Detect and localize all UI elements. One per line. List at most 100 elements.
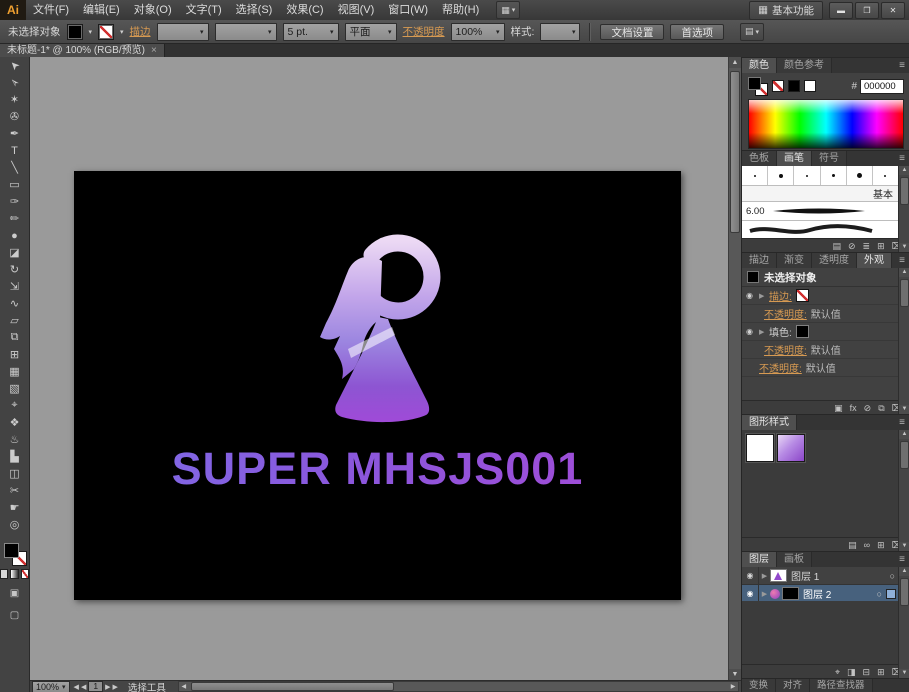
black-swatch[interactable] <box>788 80 800 92</box>
fill-stroke-indicator[interactable] <box>748 77 768 96</box>
shape-builder-tool[interactable]: ⧉ <box>0 329 29 346</box>
appearance-row-stroke-0[interactable]: ◉ ▶ 描边: <box>742 287 899 305</box>
brushes-tab-1[interactable]: 画笔 <box>777 151 812 167</box>
stroke-weight-combo[interactable]: ▾ <box>156 22 209 41</box>
free-transform-tool[interactable]: ▱ <box>0 312 29 329</box>
none-swatch[interactable] <box>772 80 784 92</box>
brushes-panel-menu-icon[interactable]: ≡ <box>894 151 909 167</box>
graphic-styles-menu-icon[interactable]: ≡ <box>894 415 909 431</box>
width-profile-combo[interactable]: ▾ <box>214 22 277 41</box>
stroke-link[interactable]: 描边 <box>130 24 151 39</box>
opacity-label[interactable]: 不透明度: <box>764 306 807 321</box>
appearance-tab[interactable]: 外观 <box>857 253 892 269</box>
brushes-tab-0[interactable]: 色板 <box>742 151 777 167</box>
menu-item-1[interactable]: 编辑(E) <box>76 0 127 20</box>
scroll-up-icon[interactable]: ▲ <box>729 57 741 68</box>
gradient-tool[interactable]: ▧ <box>0 380 29 397</box>
clear-appearance-icon[interactable]: ⊘ <box>864 401 872 415</box>
scroll-right-icon[interactable]: ▶ <box>728 683 738 690</box>
scrollbar-thumb[interactable] <box>900 441 909 469</box>
menu-item-0[interactable]: 文件(F) <box>26 0 76 20</box>
preferences-button[interactable]: 首选项 <box>670 23 724 40</box>
menu-item-6[interactable]: 视图(V) <box>331 0 382 20</box>
document-setup-button[interactable]: 文档设置 <box>600 23 665 40</box>
break-link-icon[interactable]: ∞ <box>864 538 870 552</box>
brush-dot-2[interactable] <box>794 166 821 185</box>
canvas-area[interactable]: SUPER MHSJS001 ▲ ▼ <box>30 57 741 680</box>
scroll-up-icon[interactable]: ▲ <box>899 268 909 277</box>
brush-libraries-icon[interactable]: ▤ <box>832 239 841 253</box>
screen-mode-button[interactable]: ▢ <box>0 607 29 623</box>
perspective-grid-tool[interactable]: ⊞ <box>0 346 29 363</box>
scrollbar-thumb[interactable] <box>190 682 395 691</box>
stroke-group-tab-1[interactable]: 渐变 <box>777 253 812 269</box>
fill-swatch[interactable] <box>3 543 19 558</box>
arrange-documents-button[interactable]: ▦ ▾ <box>496 1 521 19</box>
menu-item-7[interactable]: 窗口(W) <box>381 0 435 20</box>
graphic-styles-tab[interactable]: 图形样式 <box>742 415 797 431</box>
stroke-color-swatch[interactable] <box>98 23 115 40</box>
vertical-scrollbar[interactable]: ▲ ▼ <box>728 57 741 680</box>
stroke-group-tab-0[interactable]: 描边 <box>742 253 777 269</box>
blend-tool[interactable]: ❖ <box>0 414 29 431</box>
zoom-combo[interactable]: 100% ▾ <box>32 680 70 692</box>
minimize-button[interactable]: ▬ <box>829 1 853 19</box>
appearance-row-opacity-1[interactable]: 不透明度: 默认值 <box>742 305 899 323</box>
opacity-link[interactable]: 不透明度 <box>403 24 445 39</box>
brush-dot-3[interactable] <box>821 166 847 185</box>
brush-definition-combo[interactable]: 平面 ▾ <box>344 22 397 41</box>
locate-object-icon[interactable]: ⌖ <box>835 665 840 679</box>
appearance-scrollbar[interactable]: ▲ ▼ <box>898 268 909 414</box>
scrollbar-thumb[interactable] <box>900 177 909 205</box>
drawing-modes-button[interactable]: ▣ <box>0 585 29 601</box>
selection-tool[interactable]: ➤ <box>0 57 29 74</box>
width-tool[interactable]: ∿ <box>0 295 29 312</box>
menu-item-8[interactable]: 帮助(H) <box>435 0 486 20</box>
appearance-panel-menu-icon[interactable]: ≡ <box>894 253 909 269</box>
brush-basic[interactable]: 基本 <box>742 186 899 202</box>
brush-size-stepper[interactable]: 5 pt. ▾ <box>282 22 339 41</box>
scrollbar-thumb[interactable] <box>900 279 909 307</box>
new-brush-icon[interactable]: ⊞ <box>877 239 885 253</box>
prev-artboard-icon[interactable]: ◀ <box>81 683 86 691</box>
scale-tool[interactable]: ⇲ <box>0 278 29 295</box>
disclosure-icon[interactable]: ▶ <box>759 328 769 336</box>
dock-tab-0[interactable]: 变换 <box>742 678 777 692</box>
fill-stroke-indicator[interactable] <box>3 543 27 566</box>
color-spectrum[interactable] <box>748 99 904 149</box>
duplicate-item-icon[interactable]: ⧉ <box>878 401 884 415</box>
opacity-label[interactable]: 不透明度: <box>764 342 807 357</box>
brush-dot-5[interactable] <box>873 166 900 185</box>
layers-tab-0[interactable]: 图层 <box>742 552 777 568</box>
visibility-eye-icon[interactable]: ◉ <box>742 585 759 602</box>
target-circle-icon[interactable]: ○ <box>873 589 886 599</box>
brush-dot-4[interactable] <box>847 166 873 185</box>
app-logo-icon[interactable]: Ai <box>0 0 26 20</box>
disclosure-icon[interactable]: ▶ <box>759 292 769 300</box>
horizontal-scrollbar[interactable]: ◀ ▶ <box>177 681 739 692</box>
white-swatch[interactable] <box>804 80 816 92</box>
new-stroke-icon[interactable]: ▣ <box>834 401 843 415</box>
opacity-label[interactable]: 不透明度: <box>759 360 802 375</box>
line-segment-tool[interactable]: ╲ <box>0 159 29 176</box>
direct-selection-tool[interactable]: ➢ <box>0 74 29 91</box>
new-sublayer-icon[interactable]: ⊟ <box>863 665 871 679</box>
document-tab[interactable]: 未标题-1* @ 100% (RGB/预览) × <box>0 44 165 57</box>
color-tab-1[interactable]: 颜色参考 <box>777 58 832 74</box>
scroll-up-icon[interactable]: ▲ <box>899 430 909 439</box>
graphic-styles-scrollbar[interactable]: ▲ ▼ <box>898 430 909 551</box>
restore-button[interactable]: ❒ <box>855 1 879 19</box>
opacity-combo[interactable]: 100% ▾ <box>450 22 505 41</box>
brush-charcoal[interactable] <box>742 221 899 239</box>
new-layer-icon[interactable]: ⊞ <box>877 665 885 679</box>
symbol-sprayer-tool[interactable]: ♨ <box>0 431 29 448</box>
dock-tab-2[interactable]: 路径查找器 <box>810 678 873 692</box>
hex-value-field[interactable]: 000000 <box>860 78 904 94</box>
zoom-tool[interactable]: ◎ <box>0 516 29 533</box>
hand-tool[interactable]: ☛ <box>0 499 29 516</box>
brush-dot-0[interactable] <box>742 166 769 185</box>
menu-item-3[interactable]: 文字(T) <box>179 0 229 20</box>
brush-calligraphic[interactable]: 6.00 <box>742 202 899 221</box>
style-combo[interactable]: ▾ <box>540 22 581 41</box>
scroll-down-icon[interactable]: ▼ <box>899 542 909 551</box>
